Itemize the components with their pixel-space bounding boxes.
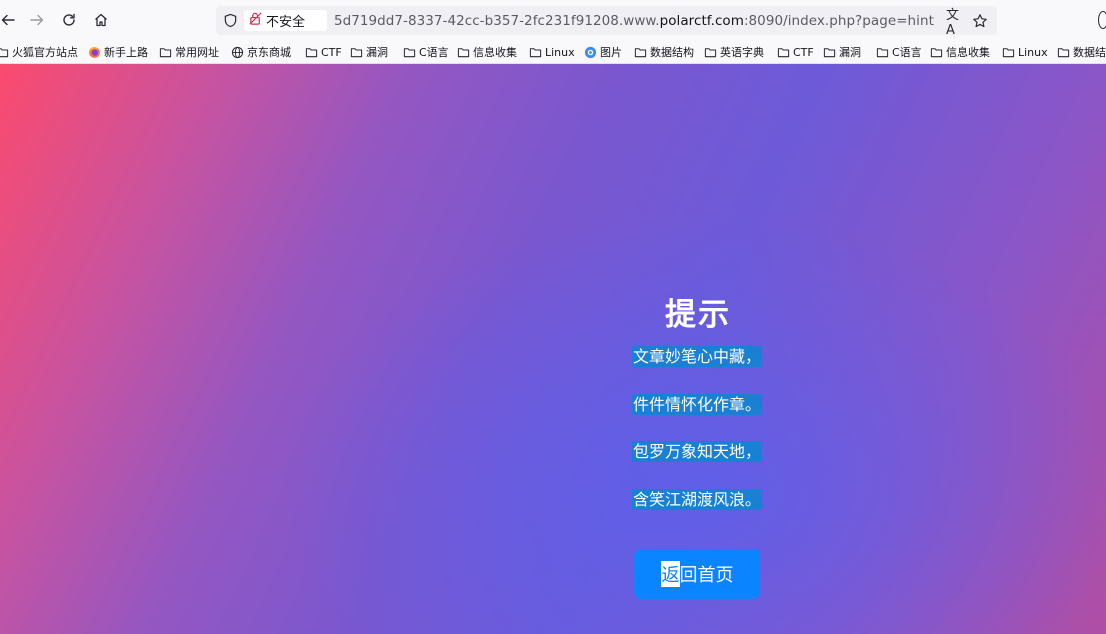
globe-icon <box>231 46 244 59</box>
bookmark-label: 火狐官方站点 <box>12 46 78 59</box>
bookmark-item[interactable]: 漏洞 <box>350 43 388 61</box>
bookmark-star-icon[interactable] <box>970 11 990 31</box>
folder-icon <box>159 46 172 59</box>
bookmark-item[interactable]: 京东商城 <box>231 43 291 61</box>
poem-line: 文章妙笔心中藏， <box>632 346 762 367</box>
bookmark-item[interactable]: Linux <box>1002 43 1048 61</box>
folder-icon <box>403 46 416 59</box>
bookmark-item[interactable]: Linux <box>529 43 575 61</box>
bookmark-item[interactable]: 新手上路 <box>88 43 148 61</box>
folder-icon <box>0 46 9 59</box>
insecure-label: 不安全 <box>266 15 306 30</box>
folder-icon <box>529 46 542 59</box>
folder-icon <box>876 46 889 59</box>
folder-icon <box>1002 46 1015 59</box>
bookmark-item[interactable]: CTF <box>305 43 342 61</box>
site-security-badge[interactable]: 不安全 <box>244 10 327 31</box>
bookmark-label: 数据结构 <box>650 46 694 59</box>
url-text[interactable]: 5d719dd7-8337-42cc-b357-2fc231f91208.www… <box>334 13 934 29</box>
bookmark-label: C语言 <box>419 46 449 59</box>
bookmark-item[interactable]: 图片 <box>584 43 622 61</box>
firefox-icon <box>88 46 101 59</box>
bookmark-label: 漏洞 <box>366 46 388 59</box>
bookmark-label: Linux <box>1018 45 1048 59</box>
folder-icon <box>457 46 470 59</box>
page-content: 提示 文章妙笔心中藏， 件件情怀化作章。 包罗万象知天地， 含笑江湖渡风浪。 返… <box>0 64 1106 634</box>
image-search-icon <box>584 46 597 59</box>
forward-arrow-icon[interactable] <box>25 8 49 32</box>
bookmark-label: 英语字典 <box>720 46 764 59</box>
page-title: 提示 <box>665 297 731 333</box>
folder-icon <box>823 46 836 59</box>
bookmark-label: CTF <box>793 45 814 59</box>
bookmark-label: C语言 <box>892 46 922 59</box>
insecure-lock-icon <box>248 11 263 30</box>
folder-icon <box>305 46 318 59</box>
folder-icon <box>704 46 717 59</box>
bookmark-item[interactable]: 火狐官方站点 <box>0 43 78 61</box>
bookmark-label: 信息收集 <box>946 46 990 59</box>
bookmark-label: 新手上路 <box>104 46 148 59</box>
bookmark-item[interactable]: 信息收集 <box>457 43 517 61</box>
bookmark-item[interactable]: 英语字典 <box>704 43 764 61</box>
url-prefix: 5d719dd7-8337-42cc-b357-2fc231f91208.www… <box>334 13 660 29</box>
poem-line: 件件情怀化作章。 <box>632 394 762 415</box>
translate-icon[interactable]: 文A <box>946 8 966 38</box>
account-icon[interactable] <box>1098 11 1106 29</box>
bookmark-label: 数据结 <box>1073 46 1106 59</box>
bookmark-item[interactable]: 漏洞 <box>823 43 861 61</box>
bookmark-item[interactable]: C语言 <box>403 43 449 61</box>
bookmark-label: 信息收集 <box>473 46 517 59</box>
home-icon[interactable] <box>89 8 113 32</box>
url-suffix: :8090/index.php?page=hint <box>743 13 934 29</box>
back-to-home-button[interactable]: 返回首页 <box>634 549 760 599</box>
bookmark-label: 漏洞 <box>839 46 861 59</box>
bookmark-label: 京东商城 <box>247 46 291 59</box>
folder-icon <box>777 46 790 59</box>
bookmark-item[interactable]: 信息收集 <box>930 43 990 61</box>
tracking-protection-shield-icon[interactable] <box>222 12 239 29</box>
bookmark-item[interactable]: 常用网址 <box>159 43 219 61</box>
bookmark-label: 常用网址 <box>175 46 219 59</box>
bookmark-label: 图片 <box>600 46 622 59</box>
folder-icon <box>350 46 363 59</box>
folder-icon <box>1057 46 1070 59</box>
poem-line: 含笑江湖渡风浪。 <box>632 489 762 510</box>
url-domain: polarctf.com <box>659 13 744 29</box>
browser-toolbar: 不安全 5d719dd7-8337-42cc-b357-2fc231f91208… <box>0 0 1106 40</box>
poem-line: 包罗万象知天地， <box>632 441 762 462</box>
bookmark-label: CTF <box>321 45 342 59</box>
bookmark-label: Linux <box>545 45 575 59</box>
bookmarks-toolbar: 火狐官方站点 新手上路 常用网址 京东商城 CTF 漏洞 C语言 信息收集 Linux 图片 数据结… <box>0 40 1106 64</box>
bookmark-item[interactable]: 数据结 <box>1057 43 1106 61</box>
url-bar[interactable]: 不安全 5d719dd7-8337-42cc-b357-2fc231f91208… <box>216 6 997 38</box>
home-button-label: 回首页 <box>679 565 734 586</box>
bookmark-item[interactable]: 数据结构 <box>634 43 694 61</box>
reload-icon[interactable] <box>57 8 81 32</box>
bookmark-item[interactable]: C语言 <box>876 43 922 61</box>
back-arrow-icon[interactable] <box>0 8 20 32</box>
folder-icon <box>634 46 647 59</box>
bookmark-item[interactable]: CTF <box>777 43 814 61</box>
home-button-selected-text: 返 <box>660 561 680 587</box>
folder-icon <box>930 46 943 59</box>
